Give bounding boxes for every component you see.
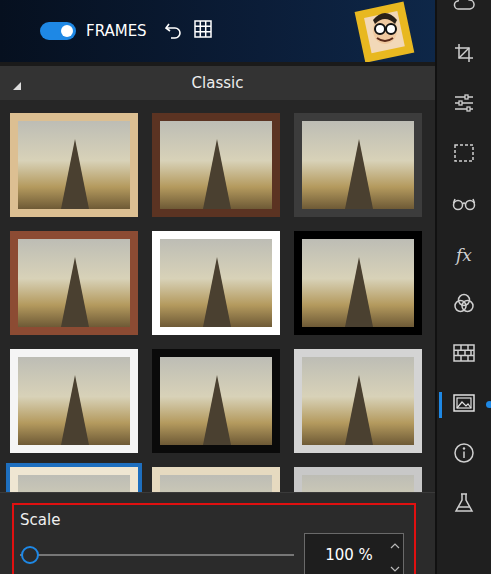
- sidebar-item[interactable]: fx: [437, 230, 491, 280]
- sidebar-item[interactable]: [437, 180, 491, 230]
- scale-control: Scale 100 %: [12, 503, 416, 574]
- sidebar-item[interactable]: [437, 380, 491, 430]
- frames-toggle[interactable]: [40, 22, 76, 40]
- effects-label: fx: [456, 245, 472, 265]
- section-title: Classic: [0, 74, 435, 92]
- frame-preview: [302, 357, 414, 445]
- frame-thumbnail[interactable]: [10, 231, 138, 335]
- selection-bar: [439, 392, 442, 418]
- sidebar-item[interactable]: [437, 330, 491, 380]
- frame-thumbnail[interactable]: [152, 349, 280, 453]
- frame-thumbnail[interactable]: [10, 349, 138, 453]
- frame-preview: [302, 475, 414, 492]
- frame-preview: [302, 239, 414, 327]
- image-icon: [453, 393, 475, 417]
- scale-label: Scale: [20, 511, 404, 529]
- frame-preview: [302, 121, 414, 209]
- sidebar-item[interactable]: [437, 30, 491, 80]
- cloud-icon: [453, 0, 475, 16]
- selection-dot: [486, 401, 491, 408]
- frame-thumbnail[interactable]: [10, 113, 138, 217]
- undo-icon[interactable]: [163, 19, 183, 43]
- frame-preview: [160, 357, 272, 445]
- sliders-icon: [453, 92, 475, 118]
- frame-thumbnail[interactable]: [152, 467, 280, 492]
- scale-input[interactable]: 100 %: [304, 533, 404, 574]
- frame-preview: [160, 121, 272, 209]
- frame-thumbnail[interactable]: [294, 349, 422, 453]
- sidebar-item[interactable]: [437, 130, 491, 180]
- info-icon: [453, 442, 475, 468]
- increment-icon[interactable]: [390, 534, 400, 553]
- section-header[interactable]: Classic: [0, 66, 435, 100]
- frames-label: FRAMES: [86, 22, 147, 40]
- frame-thumbnail[interactable]: [294, 467, 422, 492]
- frame-preview: [18, 475, 130, 492]
- frame-preview: [18, 357, 130, 445]
- sidebar-item[interactable]: [437, 480, 491, 530]
- frame-preview: [160, 475, 272, 492]
- circles-icon: [453, 292, 475, 318]
- frame-thumbnail[interactable]: [294, 113, 422, 217]
- sidebar-item[interactable]: [437, 0, 491, 30]
- crop-icon: [453, 42, 475, 68]
- flask-icon: [454, 492, 474, 518]
- avatar-icon: [345, 0, 425, 62]
- sidebar-item[interactable]: [437, 430, 491, 480]
- frame-thumbnail[interactable]: [152, 113, 280, 217]
- bricks-icon: [453, 343, 475, 367]
- toggle-knob: [61, 25, 73, 37]
- scale-value[interactable]: 100 %: [305, 546, 387, 564]
- glasses-icon: [452, 196, 476, 215]
- decrement-icon[interactable]: [390, 557, 400, 574]
- scale-slider[interactable]: [20, 554, 294, 556]
- sidebar-item[interactable]: [437, 80, 491, 130]
- expand-icon[interactable]: [12, 76, 22, 95]
- select-icon: [453, 142, 475, 168]
- frame-preview: [160, 239, 272, 327]
- frame-thumbnail[interactable]: [10, 467, 138, 492]
- slider-knob[interactable]: [21, 546, 39, 564]
- grid-icon[interactable]: [193, 19, 213, 43]
- frame-preview: [18, 121, 130, 209]
- sidebar-item[interactable]: [437, 280, 491, 330]
- frame-thumbnail[interactable]: [152, 231, 280, 335]
- frame-preview: [18, 239, 130, 327]
- frame-thumbnail[interactable]: [294, 231, 422, 335]
